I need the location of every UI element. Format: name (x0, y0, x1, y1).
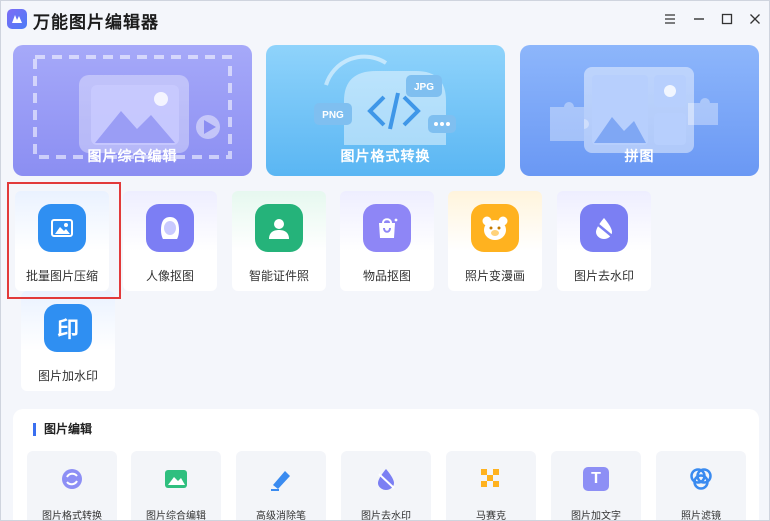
menu-icon[interactable] (661, 10, 679, 28)
add-text-icon: T (582, 465, 610, 493)
edit-item-label: 高级消除笔 (256, 511, 306, 521)
edit-item-label: 照片滤镜 (681, 511, 721, 521)
edit-item-label: 图片格式转换 (42, 511, 102, 521)
minimize-icon[interactable] (690, 10, 708, 28)
app-logo-icon (7, 9, 27, 29)
watermark-remove-icon (580, 204, 628, 252)
feature-card-label: 图片综合编辑 (87, 149, 178, 165)
tool-label: 批量图片压缩 (25, 269, 98, 283)
format-convert-icon (58, 465, 86, 493)
edit-item-watermark-remove[interactable]: 图片去水印 (341, 451, 431, 521)
feature-card-label: 图片格式转换 (340, 149, 431, 165)
photo-filter-icon (687, 465, 715, 493)
title-bar: 万能图片编辑器 (1, 1, 769, 37)
section-title: 图片编辑 (33, 423, 92, 436)
app-window: 万能图片编辑器 图片综合编辑 PNG JPG 图片格式转换 拼图 批量图片压缩 … (0, 0, 770, 521)
feature-card-label: 拼图 (624, 149, 655, 165)
tool-object-cutout[interactable]: 物品抠图 (340, 191, 434, 291)
edit-item-add-text[interactable]: T 图片加文字 (551, 451, 641, 521)
edit-item-mosaic[interactable]: 马赛克 (446, 451, 536, 521)
maximize-icon[interactable] (718, 10, 736, 28)
eraser-pen-icon (267, 465, 295, 493)
object-cutout-icon (363, 204, 411, 252)
watermark-add-icon: 印 (44, 304, 92, 352)
tool-label: 智能证件照 (248, 269, 309, 283)
edit-item-label: 马赛克 (476, 511, 506, 521)
image-edit-section: 图片编辑 图片格式转换 图片综合编辑 高级消除笔 图片去水印 马赛克 T 图片加… (13, 409, 759, 521)
tool-portrait-cutout[interactable]: 人像抠图 (123, 191, 217, 291)
comprehensive-edit-icon (162, 465, 190, 493)
mosaic-icon (477, 465, 505, 493)
tool-watermark-add[interactable]: 印 图片加水印 (21, 291, 115, 391)
cartoon-bear-icon (471, 204, 519, 252)
id-photo-icon (255, 204, 303, 252)
jpg-badge: JPG (414, 82, 434, 93)
edit-item-label: 图片加文字 (571, 511, 621, 521)
close-icon[interactable] (746, 10, 764, 28)
app-title: 万能图片编辑器 (33, 13, 159, 33)
tool-photo-to-cartoon[interactable]: 照片变漫画 (448, 191, 542, 291)
edit-item-comprehensive-edit[interactable]: 图片综合编辑 (131, 451, 221, 521)
feature-card-comprehensive-edit[interactable]: 图片综合编辑 (13, 45, 252, 176)
watermark-add-glyph: 印 (56, 318, 79, 343)
feature-card-collage[interactable]: 拼图 (520, 45, 759, 176)
tool-label: 图片去水印 (573, 269, 634, 283)
edit-item-label: 图片综合编辑 (146, 511, 206, 521)
edit-item-photo-filter[interactable]: 照片滤镜 (656, 451, 746, 521)
portrait-cutout-icon (146, 204, 194, 252)
edit-item-label: 图片去水印 (361, 511, 411, 521)
tool-label: 图片加水印 (37, 369, 98, 383)
edit-item-eraser-pen[interactable]: 高级消除笔 (236, 451, 326, 521)
edit-item-format-convert[interactable]: 图片格式转换 (27, 451, 117, 521)
tool-watermark-remove[interactable]: 图片去水印 (557, 191, 651, 291)
tool-label: 照片变漫画 (464, 269, 525, 283)
image-compress-icon (38, 204, 86, 252)
tool-label: 物品抠图 (362, 269, 411, 283)
tool-batch-compress[interactable]: 批量图片压缩 (15, 191, 109, 291)
feature-card-format-convert[interactable]: PNG JPG 图片格式转换 (266, 45, 505, 176)
tool-label: 人像抠图 (145, 269, 194, 283)
drop-remove-icon (372, 465, 400, 493)
png-badge: PNG (322, 110, 344, 121)
tool-id-photo[interactable]: 智能证件照 (232, 191, 326, 291)
add-text-glyph: T (591, 470, 601, 487)
